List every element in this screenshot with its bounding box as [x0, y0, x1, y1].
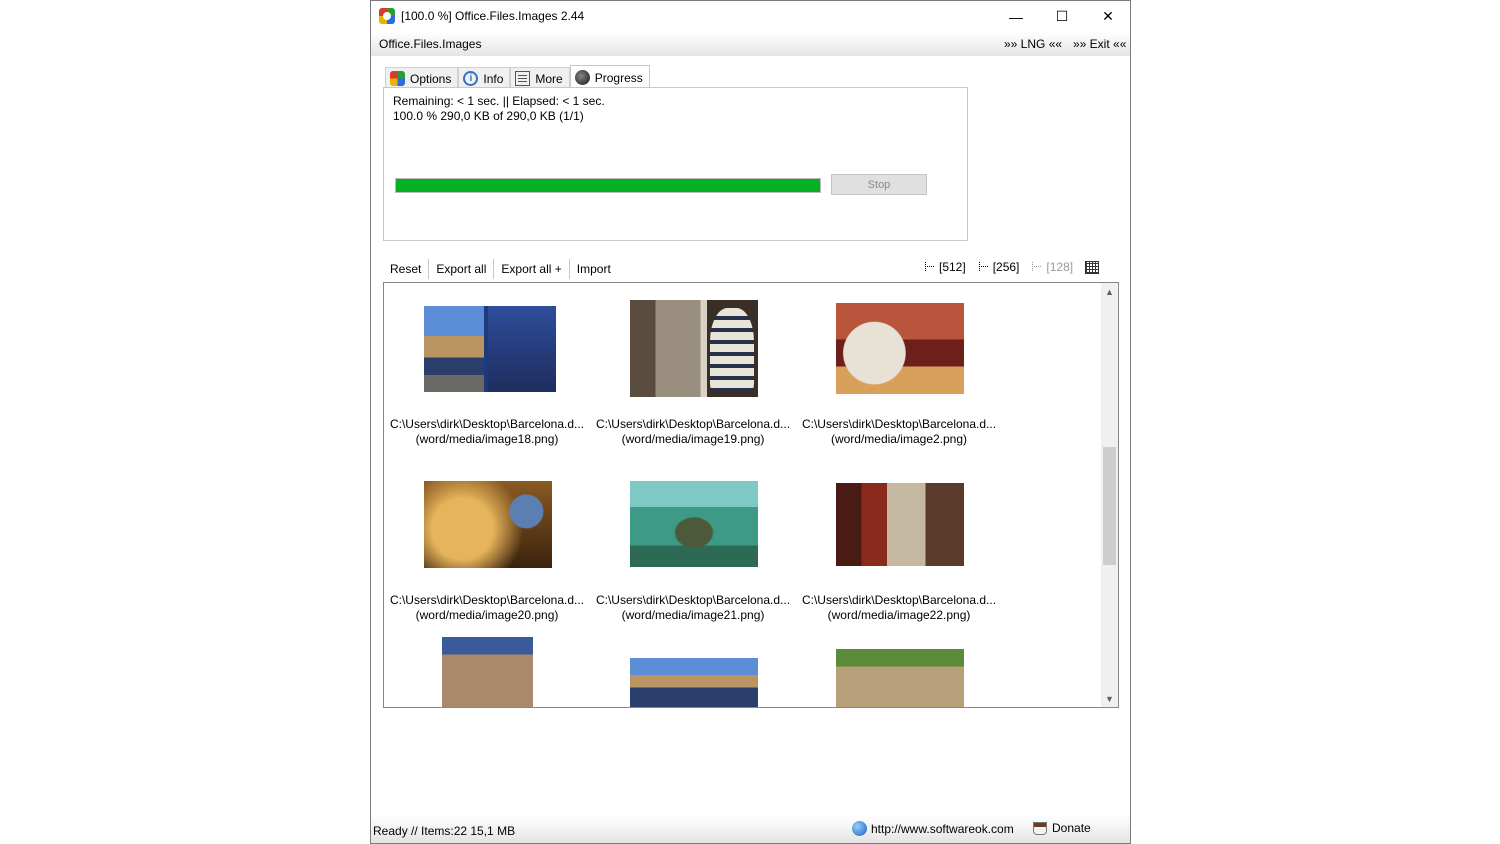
tab-progress-label: Progress: [594, 70, 643, 85]
window-title: [100.0 %] Office.Files.Images 2.44: [401, 9, 585, 23]
website-link[interactable]: http://www.softwareok.com: [852, 821, 1014, 836]
menu-bar: Office.Files.Images »» LNG «« »» Exit ««: [371, 32, 1130, 56]
list-item[interactable]: C:\Users\dirk\Desktop\Barcelona.d... (wo…: [384, 593, 590, 623]
size-128-label: [128]: [1046, 260, 1074, 274]
website-link-label: http://www.softwareok.com: [871, 821, 1014, 836]
minimize-button[interactable]: —: [993, 1, 1039, 32]
thumbnail-image[interactable]: [630, 300, 758, 397]
progress-bar: [395, 178, 821, 193]
menu-language[interactable]: »» LNG ««: [1004, 37, 1062, 51]
tree-icon: [924, 261, 936, 273]
export-all-plus-button[interactable]: Export all +: [494, 259, 568, 279]
item-media: (word/media/image20.png): [415, 608, 559, 622]
coffee-cup-icon: [1033, 821, 1047, 835]
import-button[interactable]: Import: [570, 259, 618, 279]
thumbnail-image[interactable]: [836, 649, 964, 707]
tab-options[interactable]: Options: [385, 67, 459, 89]
list-item[interactable]: C:\Users\dirk\Desktop\Barcelona.d... (wo…: [590, 417, 796, 447]
tab-info[interactable]: i Info: [458, 67, 511, 89]
size-128-button[interactable]: [128]: [1031, 260, 1073, 274]
progress-icon: [574, 70, 590, 85]
size-progress-text: 100.0 % 290,0 KB of 290,0 KB (1/1): [393, 109, 584, 123]
item-media: (word/media/image21.png): [621, 608, 765, 622]
list-toolbar: Reset Export all Export all + Import: [383, 258, 618, 280]
options-icon: [390, 71, 405, 86]
thumbnail-image[interactable]: [630, 481, 758, 567]
size-256-label: [256]: [992, 260, 1020, 274]
app-logo-icon: [379, 8, 395, 24]
info-icon: i: [463, 71, 479, 86]
list-item[interactable]: C:\Users\dirk\Desktop\Barcelona.d... (wo…: [384, 417, 590, 447]
close-button[interactable]: ✕: [1085, 1, 1131, 32]
menu-app-name[interactable]: Office.Files.Images: [379, 37, 481, 51]
app-window: [100.0 %] Office.Files.Images 2.44 — ☐ ✕…: [370, 0, 1131, 844]
more-icon: [515, 71, 531, 86]
donate-label: Donate: [1052, 821, 1091, 835]
tab-more[interactable]: More: [510, 67, 570, 89]
item-path: C:\Users\dirk\Desktop\Barcelona.d...: [801, 593, 997, 607]
time-remaining-text: Remaining: < 1 sec. || Elapsed: < 1 sec.: [393, 94, 605, 108]
tree-icon: [1031, 261, 1043, 273]
thumbnail-image[interactable]: [442, 637, 533, 707]
size-256-button[interactable]: [256]: [978, 260, 1020, 274]
status-bar: Ready // Items:22 15,1 MB http://www.sof…: [371, 815, 1130, 843]
scroll-down-arrow-icon[interactable]: ▼: [1101, 690, 1118, 707]
status-text: Ready // Items:22 15,1 MB: [373, 824, 516, 838]
list-item[interactable]: C:\Users\dirk\Desktop\Barcelona.d... (wo…: [796, 417, 1002, 447]
donate-link[interactable]: Donate: [1033, 821, 1091, 835]
menu-exit[interactable]: »» Exit ««: [1073, 37, 1126, 51]
size-512-label: [512]: [939, 260, 966, 274]
stop-button[interactable]: Stop: [831, 174, 927, 195]
item-media: (word/media/image18.png): [415, 432, 559, 446]
thumbnail-image[interactable]: [836, 303, 964, 394]
thumbnail-image[interactable]: [424, 481, 552, 568]
item-path: C:\Users\dirk\Desktop\Barcelona.d...: [595, 593, 791, 607]
size-512-button[interactable]: [512]: [924, 260, 966, 274]
progress-panel: Remaining: < 1 sec. || Elapsed: < 1 sec.…: [383, 87, 968, 241]
item-media: (word/media/image2.png): [830, 432, 968, 446]
scroll-up-arrow-icon[interactable]: ▲: [1101, 283, 1118, 300]
scrollbar-thumb[interactable]: [1103, 447, 1116, 565]
list-item[interactable]: C:\Users\dirk\Desktop\Barcelona.d... (wo…: [796, 593, 1002, 623]
title-bar[interactable]: [100.0 %] Office.Files.Images 2.44 — ☐ ✕: [371, 1, 1130, 32]
export-all-button[interactable]: Export all: [429, 259, 493, 279]
maximize-button[interactable]: ☐: [1039, 1, 1085, 32]
item-media: (word/media/image19.png): [621, 432, 765, 446]
item-path: C:\Users\dirk\Desktop\Barcelona.d...: [389, 593, 585, 607]
thumbnail-image[interactable]: [424, 306, 556, 392]
item-media: (word/media/image22.png): [827, 608, 971, 622]
vertical-scrollbar[interactable]: ▲ ▼: [1101, 283, 1118, 707]
image-list-view[interactable]: C:\Users\dirk\Desktop\Barcelona.d... (wo…: [383, 282, 1119, 708]
item-path: C:\Users\dirk\Desktop\Barcelona.d...: [595, 417, 791, 431]
tab-strip: Options i Info More Progress: [385, 65, 650, 89]
tab-progress[interactable]: Progress: [569, 65, 650, 89]
tab-info-label: Info: [483, 71, 504, 86]
globe-icon: [852, 821, 867, 836]
tab-options-label: Options: [410, 71, 452, 86]
item-path: C:\Users\dirk\Desktop\Barcelona.d...: [389, 417, 585, 431]
thumbnail-size-group: [512] [256] [128]: [924, 260, 1100, 274]
reset-button[interactable]: Reset: [383, 259, 428, 279]
tab-more-label: More: [535, 71, 563, 86]
thumbnail-image[interactable]: [836, 483, 964, 566]
list-item[interactable]: C:\Users\dirk\Desktop\Barcelona.d... (wo…: [590, 593, 796, 623]
grid-view-icon[interactable]: [1085, 260, 1100, 274]
thumbnail-image[interactable]: [630, 658, 758, 707]
item-path: C:\Users\dirk\Desktop\Barcelona.d...: [801, 417, 997, 431]
tree-icon: [978, 261, 990, 273]
progress-bar-fill: [396, 179, 820, 192]
